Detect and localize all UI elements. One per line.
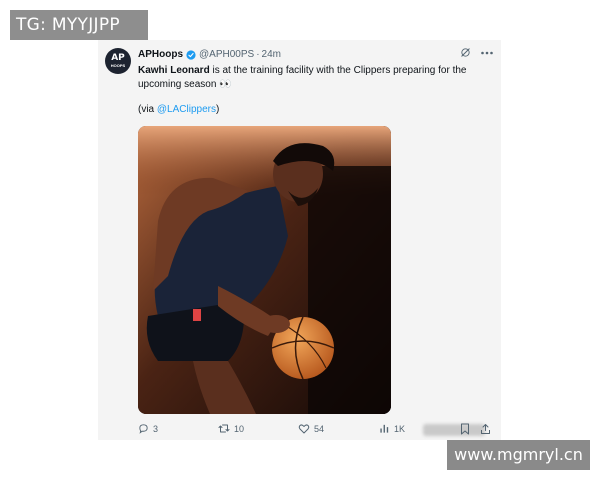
reply-action[interactable]: 3: [138, 423, 158, 434]
avatar-text-secondary: HOOPS: [110, 63, 126, 68]
share-icon[interactable]: [480, 423, 491, 435]
more-options-icon[interactable]: [481, 51, 493, 55]
header-separator: ·: [256, 49, 260, 60]
tweet-text-bold: Kawhi Leonard: [138, 65, 210, 76]
views-action[interactable]: 1K: [379, 423, 405, 434]
nba-logo-mark: [193, 309, 201, 321]
via-prefix: (via: [138, 104, 157, 115]
like-action[interactable]: 54: [298, 423, 324, 434]
repost-count: 10: [234, 423, 245, 434]
avatar-text-primary: AP: [111, 53, 125, 63]
reply-count: 3: [153, 423, 159, 434]
heart-icon: [298, 424, 310, 434]
via-suffix: ): [215, 104, 220, 115]
bookmark-icon[interactable]: [460, 423, 470, 435]
tweet-photo[interactable]: [138, 126, 391, 414]
reply-icon: [139, 424, 148, 434]
like-count: 54: [314, 423, 325, 434]
views-icon: [380, 424, 389, 433]
photo-illustration: [138, 126, 391, 414]
author-name[interactable]: APHoops: [138, 49, 183, 60]
tweet-timestamp[interactable]: 24m: [262, 49, 281, 60]
repost-action[interactable]: 10: [218, 423, 244, 434]
watermark-top-left: TG: MYYJJPP: [10, 10, 148, 40]
tweet-top-actions: [460, 47, 493, 58]
author-handle[interactable]: @APH00PS: [199, 49, 254, 60]
grok-icon[interactable]: [460, 47, 471, 58]
view-count: 1K: [394, 423, 406, 434]
verified-badge-icon: [186, 49, 196, 60]
tweet-card[interactable]: AP HOOPS APHoops @APH00PS · 24m Kawhi Le…: [98, 40, 501, 440]
tweet-action-bar: 3 10 54 1K: [138, 423, 498, 437]
blurred-watermark-overlay: [423, 424, 485, 436]
avatar[interactable]: AP HOOPS: [105, 48, 131, 74]
via-mention-link[interactable]: @LAClippers: [157, 104, 216, 115]
tweet-text: Kawhi Leonard is at the training facilit…: [138, 64, 493, 92]
repost-icon: [218, 424, 230, 433]
tweet-via-line: (via @LAClippers): [138, 104, 219, 115]
watermark-bottom-right: www.mgmryl.cn: [447, 440, 590, 470]
tweet-header: APHoops @APH00PS · 24m: [138, 49, 281, 60]
